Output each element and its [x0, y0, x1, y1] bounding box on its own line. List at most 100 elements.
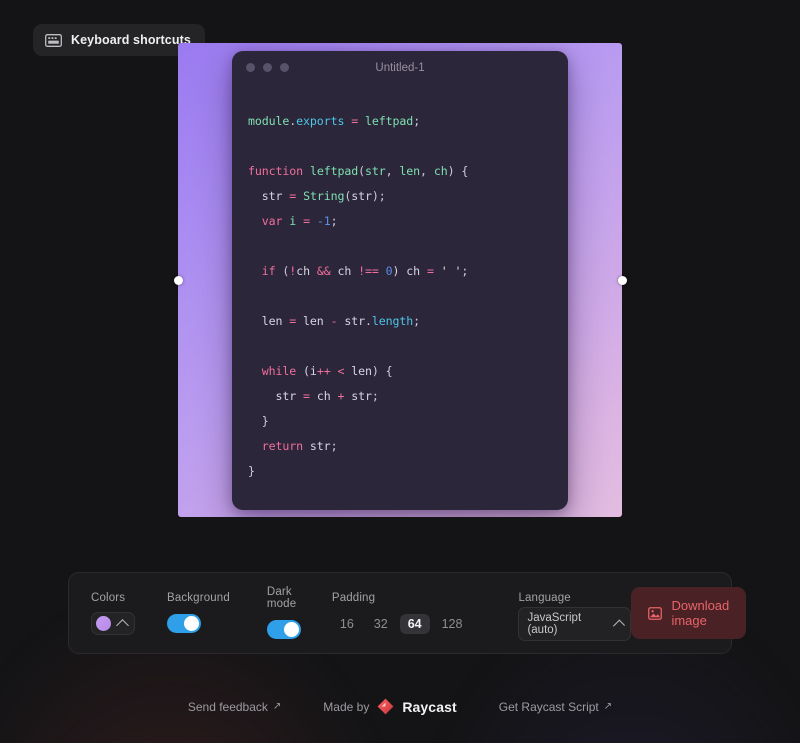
resize-handle-right[interactable] — [617, 275, 627, 285]
code-line: return str; — [248, 434, 552, 459]
code-token: str — [248, 188, 290, 203]
color-swatch — [96, 616, 111, 631]
padding-control: Padding 16 32 64 128 — [332, 592, 471, 635]
code-token: ; — [413, 113, 421, 128]
code-token: String — [303, 188, 345, 203]
code-token: -1 — [316, 213, 331, 228]
dark-mode-toggle[interactable] — [266, 620, 301, 639]
code-token: ch — [433, 163, 448, 178]
code-token: function — [248, 163, 304, 178]
language-select[interactable]: JavaScript (auto) — [518, 606, 632, 641]
code-token: ; — [330, 213, 338, 228]
code-line: str = String(str); — [248, 184, 552, 209]
color-picker-button[interactable] — [91, 612, 135, 635]
traffic-light-close-icon[interactable] — [246, 63, 255, 72]
code-token: len — [296, 313, 331, 328]
toggle-knob — [283, 622, 299, 637]
code-token: 0 — [385, 263, 393, 278]
code-token: ; — [330, 438, 338, 453]
toggle-knob — [184, 616, 199, 631]
send-feedback-link[interactable]: Send feedback ↗ — [188, 700, 281, 714]
code-token: ; — [413, 313, 421, 328]
code-token: ); — [371, 188, 386, 203]
padding-option-128[interactable]: 128 — [434, 614, 471, 634]
padding-option-64[interactable]: 64 — [399, 613, 430, 634]
code-token: len — [344, 363, 372, 378]
code-editor-content[interactable]: module.exports = leftpad; function leftp… — [232, 85, 568, 510]
get-raycast-script-link[interactable]: Get Raycast Script ↗ — [499, 700, 612, 714]
code-line: if (!ch && ch !== 0) ch = ' '; — [248, 259, 552, 284]
padding-options: 16 32 64 128 — [332, 613, 471, 634]
code-token: ++ — [316, 363, 331, 378]
code-token: ) { — [371, 363, 393, 378]
raycast-logo-icon — [377, 698, 394, 715]
external-link-icon: ↗ — [272, 701, 282, 712]
code-line: var i = -1; — [248, 209, 552, 234]
code-token: ; — [461, 263, 469, 278]
code-token: ' ' — [440, 263, 462, 278]
background-toggle[interactable] — [167, 614, 201, 633]
code-line: } — [248, 459, 552, 484]
code-token: leftpad — [309, 163, 359, 178]
code-line: } — [248, 409, 552, 434]
code-line: module.exports = leftpad; — [248, 109, 552, 134]
code-token: str — [303, 438, 331, 453]
code-token: = — [426, 263, 434, 278]
download-image-button[interactable]: Download image — [631, 587, 747, 639]
resize-handle-left[interactable] — [173, 275, 183, 285]
code-token: , — [420, 163, 434, 178]
code-token: = — [303, 388, 310, 403]
code-line: function leftpad(str, len, ch) { — [248, 159, 552, 184]
traffic-light-minimize-icon[interactable] — [263, 63, 272, 72]
code-token: module — [248, 113, 290, 128]
code-token: && — [316, 263, 331, 278]
code-token: = — [303, 213, 310, 228]
code-token: length — [371, 313, 414, 328]
background-control: Background — [167, 592, 230, 635]
dark-mode-control: Dark mode — [266, 586, 301, 641]
get-raycast-script-label: Get Raycast Script — [498, 699, 599, 714]
code-token: (i — [296, 363, 317, 378]
code-token: str — [351, 188, 372, 203]
made-by: Made by Raycast — [323, 698, 456, 715]
code-token: , — [385, 163, 400, 178]
download-image-label: Download image — [671, 598, 730, 628]
traffic-lights — [246, 63, 289, 72]
padding-option-16[interactable]: 16 — [332, 614, 362, 634]
code-token: !== — [358, 263, 379, 278]
code-token: ; — [371, 388, 379, 403]
code-token: } — [248, 413, 269, 428]
code-token: ch — [296, 263, 317, 278]
padding-label: Padding — [331, 591, 376, 604]
code-token: str — [248, 388, 304, 403]
code-token: str — [365, 163, 386, 178]
padding-option-32[interactable]: 32 — [366, 614, 396, 634]
code-token: ( — [275, 263, 290, 278]
external-link-icon: ↗ — [603, 701, 613, 712]
code-window: Untitled-1 module.exports = leftpad; fun… — [232, 50, 568, 510]
code-line: while (i++ < len) { — [248, 359, 552, 384]
preview-canvas-wrap: Untitled-1 module.exports = leftpad; fun… — [173, 43, 627, 517]
code-token: while — [261, 363, 297, 378]
code-token: ) ch — [392, 263, 427, 278]
background-label: Background — [167, 591, 230, 604]
code-window-titlebar: Untitled-1 — [232, 51, 568, 85]
preview-stage: Untitled-1 module.exports = leftpad; fun… — [0, 0, 800, 560]
colors-label: Colors — [91, 591, 126, 604]
code-token: len — [248, 313, 290, 328]
code-token: ) { — [447, 163, 469, 178]
code-line: str = ch + str; — [248, 384, 552, 409]
traffic-light-maximize-icon[interactable] — [280, 63, 289, 72]
preview-canvas[interactable]: Untitled-1 module.exports = leftpad; fun… — [178, 43, 622, 517]
